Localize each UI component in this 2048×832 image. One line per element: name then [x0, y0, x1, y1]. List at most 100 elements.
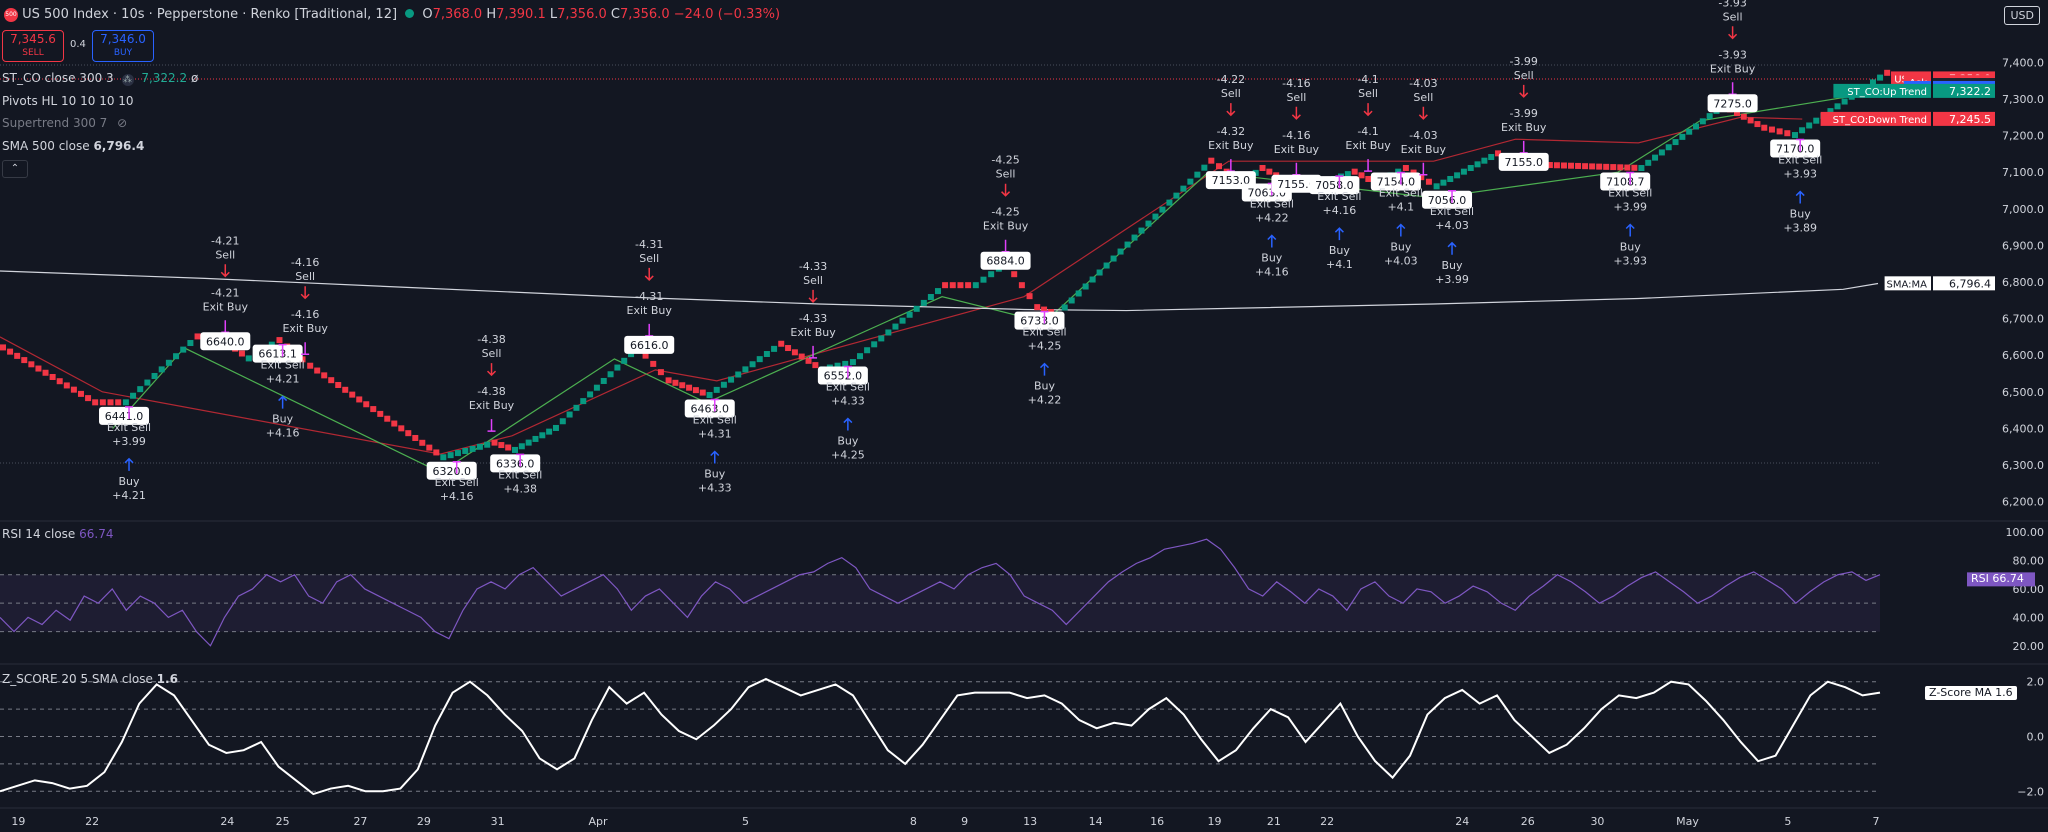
exit-sell-amount: +4.31	[698, 428, 732, 441]
settings-icon[interactable]: ⁂	[121, 74, 134, 86]
currency-button[interactable]: USD	[2004, 6, 2040, 25]
renko-brick	[122, 399, 129, 406]
sell-amount: -4.25	[991, 154, 1019, 167]
rsi-y-tick: 20.00	[2013, 640, 2045, 653]
ohlc-l: 7,356.0	[557, 7, 607, 22]
sell-button[interactable]: 7,345.6 SELL	[2, 30, 64, 62]
price-y-tick: 6,400.0	[2002, 422, 2044, 435]
exit-sell-amount: +3.93	[1783, 168, 1817, 181]
legend-z[interactable]: Z_SCORE 20 5 SMA close 1.6	[2, 672, 178, 686]
legend-sma[interactable]: SMA 500 close 6,796.4	[2, 139, 144, 153]
collapse-legend-button[interactable]: ⌃	[2, 160, 28, 178]
renko-brick	[1082, 283, 1089, 290]
legend-rsi[interactable]: RSI 14 close 66.74	[2, 527, 114, 541]
renko-brick	[1454, 172, 1461, 179]
z-y-tick: 0.0	[2027, 731, 2045, 744]
chart-svg[interactable]: 7,400.0 7,300.0 7,200.0 7,100.0 7,000.0 6,900…	[0, 0, 2048, 832]
buy-arrow-icon	[843, 417, 853, 431]
renko-brick	[1631, 164, 1638, 171]
sell-arrow-icon	[1291, 106, 1301, 120]
x-axis-tick: 7	[1872, 815, 1879, 828]
sell-label: Sell	[1413, 91, 1433, 104]
renko-brick	[672, 379, 679, 386]
buy-label: Buy	[1034, 380, 1056, 393]
exit-buy-label: Exit Buy	[983, 220, 1029, 233]
buy-button[interactable]: 7,346.0 BUY	[92, 30, 154, 62]
renko-brick	[1582, 163, 1589, 170]
renko-brick	[607, 371, 614, 378]
renko-brick	[405, 430, 412, 437]
price-y-tick: 6,700.0	[2002, 313, 2044, 326]
renko-brick	[398, 425, 405, 432]
renko-brick	[849, 359, 856, 366]
renko-brick	[1061, 304, 1068, 311]
buy-amount: +4.21	[112, 489, 146, 502]
renko-brick	[1440, 179, 1447, 186]
buy-arrow-icon	[1334, 227, 1344, 241]
renko-brick	[1425, 178, 1432, 185]
exit-marker-icon	[1519, 140, 1528, 154]
renko-brick	[573, 404, 580, 411]
price-y-tick: 6,600.0	[2002, 349, 2044, 362]
renko-brick	[1784, 130, 1791, 137]
x-axis-tick: Apr	[589, 815, 609, 828]
exit-marker-icon	[1292, 162, 1301, 176]
renko-brick	[433, 449, 440, 456]
buy-label: BUY	[113, 48, 133, 58]
renko-brick	[70, 386, 77, 393]
exit-amount: -4.16	[291, 308, 319, 321]
sell-amount: -4.22	[1217, 73, 1245, 86]
renko-brick	[1553, 162, 1560, 169]
renko-brick	[791, 349, 798, 356]
price-y-tick: 6,200.0	[2002, 496, 2044, 509]
renko-brick	[512, 446, 518, 453]
exit-sell-label: Exit Sell	[1379, 187, 1423, 200]
renko-brick	[115, 399, 122, 406]
hidden-eye-icon[interactable]: ⊘	[117, 116, 127, 130]
renko-brick	[56, 378, 63, 385]
sell-label: SELL	[22, 48, 44, 58]
renko-brick	[173, 353, 180, 360]
renko-brick	[1589, 163, 1596, 170]
exit-amount: -4.03	[1409, 129, 1437, 142]
price-tag-value: 6,796.4	[1949, 277, 1991, 290]
renko-brick	[1011, 271, 1018, 278]
renko-brick	[1259, 165, 1266, 172]
renko-brick	[1124, 241, 1131, 248]
renko-brick	[363, 401, 370, 408]
renko-brick	[600, 377, 607, 384]
symbol-title[interactable]: US 500 Index · 10s · Pepperstone · Renko…	[22, 7, 397, 22]
legend-supertrend[interactable]: Supertrend 300 7 ⊘	[2, 116, 127, 130]
price-tag-value: 7,322.2	[1949, 85, 1991, 98]
x-axis-tick: 24	[220, 815, 234, 828]
sell-arrow-icon	[644, 267, 654, 281]
exit-amount: -4.21	[211, 286, 239, 299]
sell-label: Sell	[1221, 87, 1241, 100]
renko-brick	[1693, 123, 1700, 130]
renko-brick	[505, 444, 512, 451]
sell-label: Sell	[215, 248, 235, 261]
renko-brick	[1117, 248, 1124, 255]
renko-brick	[391, 420, 398, 427]
exit-marker-icon	[1728, 82, 1737, 96]
renko-brick	[349, 391, 356, 398]
market-status-icon	[405, 9, 415, 18]
price-tag-label: ST_CO:Down Trend	[1833, 115, 1927, 126]
price-y-tick: 6,900.0	[2002, 239, 2044, 252]
renko-brick	[144, 379, 151, 386]
sell-arrow-icon	[300, 286, 310, 300]
renko-brick	[1089, 276, 1096, 283]
renko-brick	[899, 317, 906, 324]
price-tag-label: ST_CO:Up Trend	[1847, 87, 1927, 98]
exit-marker-icon	[487, 419, 496, 432]
renko-brick	[1365, 175, 1372, 182]
legend-pivots[interactable]: Pivots HL 10 10 10 10	[2, 94, 134, 108]
sell-label: Sell	[482, 347, 502, 360]
exit-sell-amount: +4.33	[831, 395, 865, 408]
z-y-tick: 2.0	[2027, 676, 2045, 689]
legend-st[interactable]: ST_CO close 300 3 ⁂ 7,322.2 ø	[2, 71, 198, 86]
renko-brick	[1351, 168, 1358, 175]
x-axis-tick: 27	[353, 815, 367, 828]
sell-amount: -3.93	[1718, 0, 1746, 9]
renko-brick	[942, 282, 949, 289]
